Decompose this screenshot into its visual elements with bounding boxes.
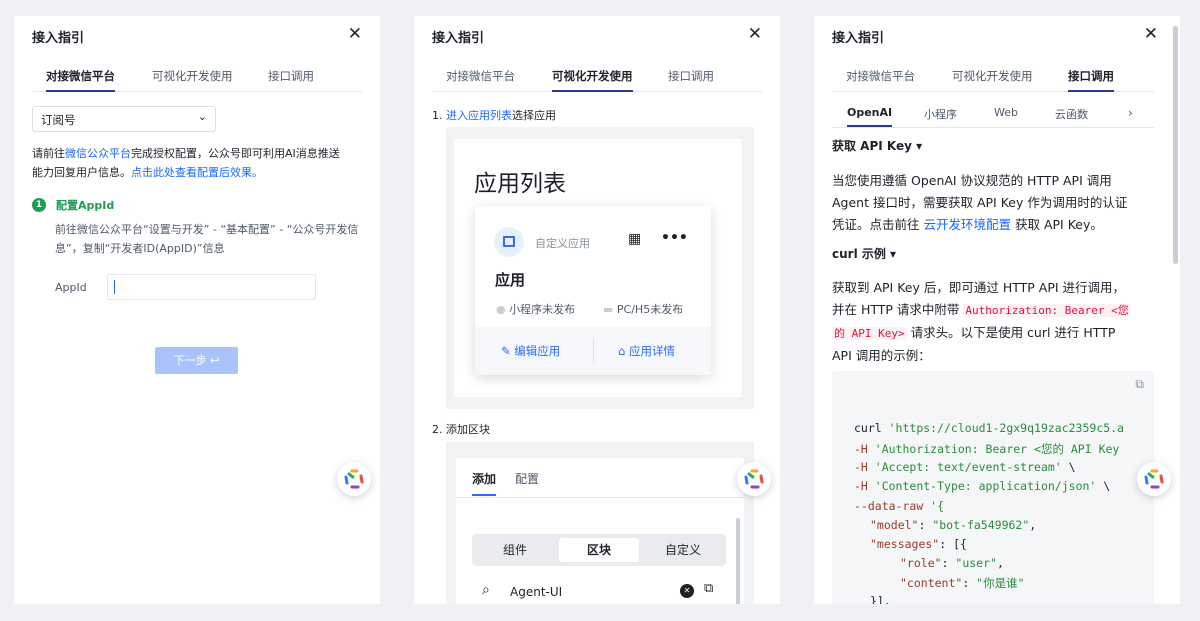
app-detail-button[interactable]: ⌂ 应用详情 xyxy=(618,343,675,359)
section-curl-example[interactable]: curl 示例 ▾ xyxy=(832,245,896,262)
tab-wechat-platform[interactable]: 对接微信平台 xyxy=(46,68,115,92)
divider xyxy=(456,497,744,498)
code-line: curl 'https://cloud1-2gx9q19zac2359c5.a xyxy=(854,421,1125,435)
code-line: -H 'Content-Type: application/json' \ xyxy=(854,479,1111,493)
tab-api-call[interactable]: 接口调用 xyxy=(1068,68,1114,92)
assistant-logo-icon[interactable] xyxy=(337,462,371,496)
code-line: }], xyxy=(870,594,891,604)
guide-panel-visual: 接入指引 ✕ 对接微信平台 可视化开发使用 接口调用 1. 进入应用列表选择应用… xyxy=(414,16,780,604)
chevron-down-icon: ⌄ xyxy=(197,110,207,123)
section-get-api-key[interactable]: 获取 API Key ▾ xyxy=(832,137,922,154)
pencil-icon: ✎ xyxy=(501,344,511,358)
panel-title: 接入指引 xyxy=(432,31,485,46)
tab-api-call[interactable]: 接口调用 xyxy=(268,68,314,92)
auth-description: 请前往微信公众平台完成授权配置，公众号即可利用AI消息推送 能力回复用户信息。点… xyxy=(32,147,340,179)
appid-input[interactable] xyxy=(107,274,316,300)
status-miniprogram: ● 小程序未发布 xyxy=(496,303,576,316)
app-icon xyxy=(494,227,524,257)
more-icon[interactable]: ••• xyxy=(661,230,688,246)
text-caret xyxy=(114,280,115,294)
status-dot-icon: ● xyxy=(496,303,506,316)
panel-title: 接入指引 xyxy=(832,31,885,46)
code-line: "role": "user", xyxy=(900,556,1004,570)
code-line: -H 'Accept: text/event-stream' \ xyxy=(854,460,1076,474)
qrcode-icon[interactable]: ▦ xyxy=(628,231,641,247)
tab-bar: 对接微信平台 可视化开发使用 接口调用 xyxy=(832,68,1154,92)
assistant-logo-icon[interactable] xyxy=(737,462,771,496)
code-line: --data-raw '{ xyxy=(854,499,945,513)
custom-app-tag: 自定义应用 xyxy=(535,237,590,250)
divider xyxy=(593,339,594,363)
shapes-icon[interactable]: ⧉ xyxy=(704,581,713,596)
code-line: "model": "bot-fa549962", xyxy=(870,518,1037,532)
guide-panel-wechat: 接入指引 ✕ 对接微信平台 可视化开发使用 接口调用 订阅号 ⌄ 请前往微信公众… xyxy=(14,16,380,604)
block-frame: 添加 配置 组件 区块 自定义 ⌕ Agent-UI ✕ ⧉ xyxy=(456,458,744,604)
code-line: -H 'Authorization: Bearer <您的 API Key xyxy=(854,442,1120,456)
seg-custom[interactable]: 自定义 xyxy=(643,538,723,562)
scrollbar[interactable] xyxy=(736,518,740,604)
edit-app-button[interactable]: ✎ 编辑应用 xyxy=(501,343,560,359)
search-input[interactable]: Agent-UI xyxy=(510,585,562,599)
close-icon[interactable]: ✕ xyxy=(1144,24,1158,44)
next-step-button[interactable]: 下一步 ↩ xyxy=(155,347,238,374)
scrollbar[interactable] xyxy=(1173,26,1178,264)
env-config-link[interactable]: 云开发环境配置 xyxy=(923,217,1011,232)
curl-description: 获取到 API Key 后，即可通过 HTTP API 进行调用， 并在 HTT… xyxy=(832,280,1131,363)
code-line: "messages": [{ xyxy=(870,537,967,551)
status-pc: ▬ PC/H5未发布 xyxy=(603,303,684,316)
seg-component[interactable]: 组件 xyxy=(475,538,555,562)
tab-api-call[interactable]: 接口调用 xyxy=(668,68,714,92)
app-name: 应用 xyxy=(495,271,526,289)
code-block: ⧉ curl 'https://cloud1-2gx9q19zac2359c5.… xyxy=(832,371,1154,604)
tab-visual-dev[interactable]: 可视化开发使用 xyxy=(952,68,1033,92)
subtab-miniprogram[interactable]: 小程序 xyxy=(924,106,957,122)
app-list-frame: 应用列表 自定义应用 ▦ ••• 应用 ● 小程序未发布 ▬ PC/H5未发布 … xyxy=(454,139,742,397)
account-type-select[interactable]: 订阅号 ⌄ xyxy=(32,106,216,132)
close-icon[interactable]: ✕ xyxy=(348,24,362,44)
sub-tab-bar: OpenAI 小程序 Web 云函数 › xyxy=(832,102,1154,128)
subtab-web[interactable]: Web xyxy=(994,106,1018,119)
tab-add[interactable]: 添加 xyxy=(472,470,497,496)
guide-panel-api: 接入指引 ✕ 对接微信平台 可视化开发使用 接口调用 OpenAI 小程序 We… xyxy=(814,16,1180,604)
seg-block[interactable]: 区块 xyxy=(559,538,639,562)
appid-label: AppId xyxy=(55,281,87,294)
api-key-description: 当您使用遵循 OpenAI 协议规范的 HTTP API 调用 Agent 接口… xyxy=(832,173,1128,232)
select-value: 订阅号 xyxy=(41,113,76,127)
subtab-cloud-function[interactable]: 云函数 xyxy=(1055,106,1088,122)
step-number-badge: 1 xyxy=(32,198,46,212)
chevron-right-icon[interactable]: › xyxy=(1128,106,1133,120)
tab-visual-dev[interactable]: 可视化开发使用 xyxy=(552,68,633,92)
app-list-screenshot: 应用列表 自定义应用 ▦ ••• 应用 ● 小程序未发布 ▬ PC/H5未发布 … xyxy=(446,127,754,409)
assistant-logo-icon[interactable] xyxy=(1137,462,1171,496)
tab-wechat-platform[interactable]: 对接微信平台 xyxy=(846,68,915,92)
tab-wechat-platform[interactable]: 对接微信平台 xyxy=(446,68,515,92)
view-effect-link[interactable]: 点击此处查看配置后效果。 xyxy=(131,166,263,179)
home-icon: ⌂ xyxy=(618,344,626,358)
card-actions: ✎ 编辑应用 ⌂ 应用详情 xyxy=(475,327,711,375)
close-icon[interactable]: ✕ xyxy=(748,24,762,44)
tab-config[interactable]: 配置 xyxy=(515,470,539,487)
search-icon: ⌕ xyxy=(482,582,490,598)
step-1-text: 1. 进入应用列表选择应用 xyxy=(432,109,556,122)
wechat-platform-link[interactable]: 微信公众平台 xyxy=(65,147,131,160)
step-description: 前往微信公众平台“设置与开发” - “基本配置” - “公众号开发信 息”，复制“… xyxy=(55,223,359,255)
subtab-openai[interactable]: OpenAI xyxy=(847,106,893,127)
code-line: "content": "你是谁" xyxy=(900,576,1025,590)
clear-icon[interactable]: ✕ xyxy=(680,584,694,598)
app-card[interactable]: 自定义应用 ▦ ••• 应用 ● 小程序未发布 ▬ PC/H5未发布 ✎ 编辑应… xyxy=(475,206,711,375)
app-list-title: 应用列表 xyxy=(474,171,566,197)
step-2-text: 2. 添加区块 xyxy=(432,423,490,436)
copy-icon[interactable]: ⧉ xyxy=(1135,377,1144,392)
monitor-icon: ▬ xyxy=(603,303,614,316)
block-screenshot: 添加 配置 组件 区块 自定义 ⌕ Agent-UI ✕ ⧉ xyxy=(446,442,754,604)
panel-title: 接入指引 xyxy=(32,31,85,46)
app-list-link[interactable]: 进入应用列表 xyxy=(446,109,512,122)
tab-bar: 对接微信平台 可视化开发使用 接口调用 xyxy=(32,68,362,92)
block-type-segment: 组件 区块 自定义 xyxy=(472,534,726,566)
tab-bar: 对接微信平台 可视化开发使用 接口调用 xyxy=(432,68,762,92)
step-title: 配置AppId xyxy=(56,199,115,212)
tab-visual-dev[interactable]: 可视化开发使用 xyxy=(152,68,233,92)
